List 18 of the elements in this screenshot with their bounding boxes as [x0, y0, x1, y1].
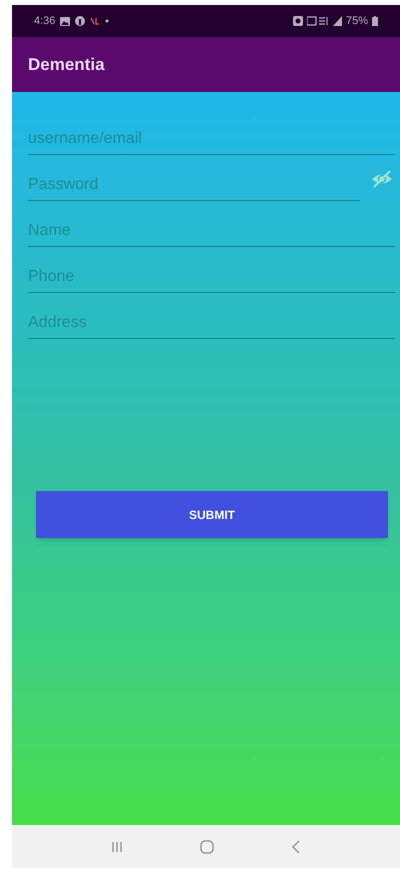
password-field[interactable]: Password	[28, 169, 360, 201]
image-icon	[60, 16, 70, 26]
eye-slash-icon[interactable]	[371, 169, 393, 189]
back-icon[interactable]	[291, 840, 302, 854]
circle-icon	[75, 16, 86, 26]
battery-percent: 75%	[346, 14, 368, 29]
alarm-icon	[292, 16, 303, 26]
submit-button[interactable]: SUBMIT	[36, 491, 388, 538]
recent-apps-icon[interactable]	[110, 840, 123, 852]
home-icon[interactable]	[200, 840, 214, 854]
battery-icon	[372, 16, 378, 26]
status-time: 4:36	[34, 14, 56, 29]
text-field[interactable]: Name	[28, 215, 395, 247]
text-field[interactable]: username/email	[28, 123, 395, 155]
notification-icon	[90, 16, 100, 26]
app-title: Dementia	[28, 54, 105, 76]
dot-icon	[105, 19, 110, 23]
signal-icon	[332, 16, 342, 26]
